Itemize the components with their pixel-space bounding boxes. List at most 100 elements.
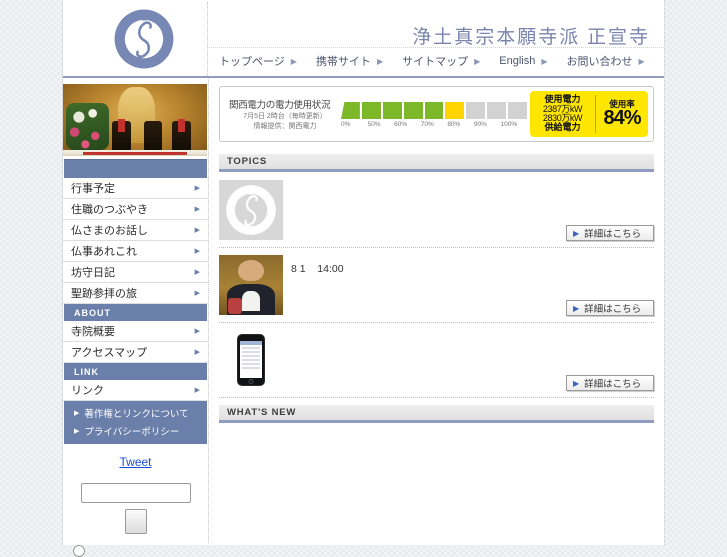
chevron-right-icon: ▶ [74,428,80,435]
page-title: 浄土真宗本願寺派 正宣寺 [412,27,650,48]
meter-tick: 50% [367,121,381,128]
meter-segment [445,102,465,119]
chevron-right-icon: ▶ [194,248,200,255]
site-logo[interactable] [80,2,208,76]
sidebar-item-label: 坊守日記 [71,267,115,279]
sidebar-item-buddha-stories[interactable]: 仏さまのお話し ▶ [63,220,208,241]
chevron-right-icon: ▶ [194,185,200,192]
meter-tick: 80% [447,121,461,128]
radio-button[interactable] [73,545,85,557]
sidebar-item-label: 著作権とリンクについて [84,409,189,420]
power-widget-subtitle-source: 情報提供：関西電力 [253,123,317,130]
supply-label: 供給電力 [544,122,581,133]
detail-button[interactable]: ▶ 詳細はこちら [566,225,654,241]
meter-segment [466,102,486,119]
chevron-right-icon: ▶ [376,56,384,66]
altar-candle [178,118,186,132]
nav-item-top[interactable]: トップページ ▶ [209,53,306,69]
chevron-right-icon: ▶ [194,290,200,297]
phone-statusbar [240,341,262,345]
chevron-right-icon: ▶ [194,349,200,356]
meter-segment [403,102,423,119]
sidebar: 行事予定 ▶ 住職のつぶやき ▶ 仏さまのお話し ▶ 仏事あれこれ ▶ 坊守日記… [63,78,209,557]
phone-home-button [248,379,254,384]
detail-button[interactable]: ▶ 詳細はこちら [566,375,654,391]
sidebar-item-privacy-policy[interactable]: ▶ プライバシーポリシー [64,422,207,440]
priest-head [238,259,264,282]
meter-segment [341,102,360,119]
topic-text: 8 1 14:00 [291,263,344,275]
search-input[interactable] [80,483,191,503]
site-header: 浄土真宗本願寺派 正宣寺 トップページ ▶ 携帯サイト ▶ サイトマップ ▶ E… [63,0,664,78]
global-navigation: トップページ ▶ 携帯サイト ▶ サイトマップ ▶ English ▶ お問い合… [209,48,654,74]
power-rate-block: 使用率 84% [596,100,648,129]
sidebar-item-label: アクセスマップ [71,347,148,359]
sidebar-item-pilgrimage[interactable]: 聖跡参拝の旅 ▶ [63,283,208,304]
meter-segment [361,102,381,119]
content-columns: 行事予定 ▶ 住職のつぶやき ▶ 仏さまのお話し ▶ 仏事あれこれ ▶ 坊守日記… [63,78,664,557]
chevron-right-icon: ▶ [290,56,297,66]
sidebar-item-buddhist-misc[interactable]: 仏事あれこれ ▶ [63,241,208,262]
rate-value: 84% [603,107,641,130]
sidebar-item-label: 住職のつぶやき [71,204,148,216]
phone-line [242,355,260,357]
power-usage-widget: 関西電力の電力使用状況 7月5日 2時台（毎時更新） 情報提供：関西電力 0% … [219,86,654,142]
power-meter-scale: 0% 50% 60% 70% 80% 90% 100% [341,121,527,128]
sidebar-form [63,471,208,557]
priest-photo-thumb[interactable] [219,255,283,315]
tweet-link[interactable]: Tweet [119,455,151,469]
sidebar-item-bomori-diary[interactable]: 坊守日記 ▶ [63,262,208,283]
detail-button[interactable]: ▶ 詳細はこちら [566,300,654,316]
topic-item: ▶ 詳細はこちら [219,180,654,248]
phone-line [242,367,260,369]
whats-new-heading: WHAT'S NEW [219,405,654,423]
main-content: 関西電力の電力使用状況 7月5日 2時台（毎時更新） 情報提供：関西電力 0% … [209,78,664,543]
smartphone-photo-thumb[interactable] [219,330,283,390]
topic-body: ▶ 詳細はこちら [283,180,654,241]
priest-collar [242,291,260,312]
sidebar-item-temple-overview[interactable]: 寺院概要 ▶ [63,321,208,342]
nav-item-contact[interactable]: お問い合わせ ▶ [556,53,653,69]
sidebar-item-events[interactable]: 行事予定 ▶ [63,178,208,199]
altar-stand [143,121,163,152]
power-meter: 0% 50% 60% 70% 80% 90% 100% [341,100,528,128]
nav-item-english[interactable]: English ▶ [489,55,556,67]
chevron-right-icon: ▶ [194,387,200,394]
meter-segment [424,102,444,119]
topic-item: ▶ 詳細はこちら [219,330,654,398]
sidebar-section-about: ABOUT [64,304,207,321]
nav-label: お問い合わせ [566,56,633,68]
phone-line [242,347,260,349]
altar-cloth [83,152,187,156]
priest-photo [219,255,283,315]
chevron-right-icon: ▶ [541,56,548,66]
power-summary-panel: 使用電力 2387万kW 2830万kW 供給電力 使用率 84% [530,91,648,137]
page-container: 浄土真宗本願寺派 正宣寺 トップページ ▶ 携帯サイト ▶ サイトマップ ▶ E… [62,0,665,557]
sidebar-item-copyright[interactable]: ▶ 著作権とリンクについて [64,404,207,422]
phone-line [242,363,260,365]
crest-placeholder-thumb[interactable] [219,180,283,240]
nav-label: English [499,55,536,67]
sidebar-item-priest-blog[interactable]: 住職のつぶやき ▶ [63,199,208,220]
meter-tick: 100% [500,121,518,128]
topic-body: ▶ 詳細はこちら [283,330,654,391]
sidebar-item-links[interactable]: リンク ▶ [63,380,208,401]
chevron-right-icon: ▶ [194,269,200,276]
chevron-right-icon: ▶ [573,378,580,388]
sidebar-item-access-map[interactable]: アクセスマップ ▶ [63,342,208,363]
nav-label: トップページ [219,56,285,68]
sidebar-item-label: プライバシーポリシー [84,427,180,438]
chevron-right-icon: ▶ [638,56,645,66]
meter-tick: 0% [341,121,351,128]
meter-segment [382,102,402,119]
topics-heading: TOPICS [219,154,654,172]
submit-button[interactable] [124,509,147,534]
topic-body: 8 1 14:00 ▶ 詳細はこちら [283,255,654,316]
nav-item-sitemap[interactable]: サイトマップ ▶ [392,53,489,69]
meter-segment [487,102,507,119]
nav-item-mobile-site[interactable]: 携帯サイト ▶ [306,53,392,69]
meter-tick: 60% [394,121,408,128]
wisteria-crest-icon [226,185,276,235]
altar-photo [63,84,207,156]
power-meter-bars [341,102,528,119]
